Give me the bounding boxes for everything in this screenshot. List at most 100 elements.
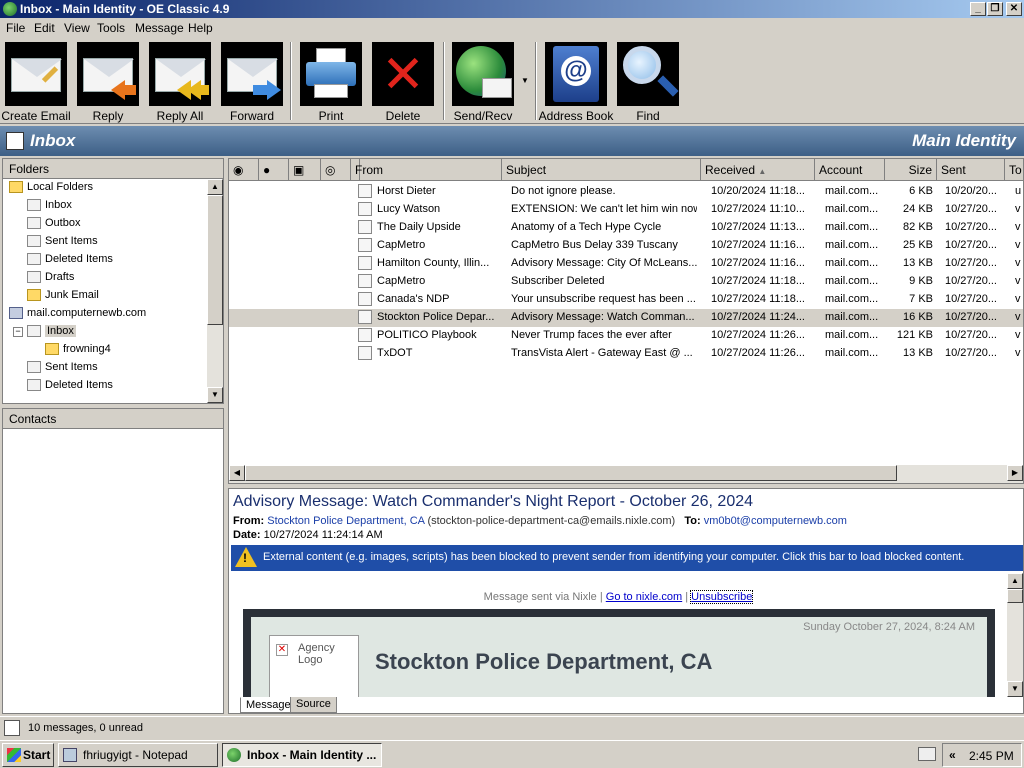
message-row[interactable]: The Daily Upside Anatomy of a Tech Hype C… bbox=[229, 219, 1023, 237]
message-row[interactable]: TxDOT TransVista Alert - Gateway East @ .… bbox=[229, 345, 1023, 363]
message-row[interactable]: CapMetro CapMetro Bus Delay 339 Tuscany 10… bbox=[229, 237, 1023, 255]
message-account: mail.com... bbox=[825, 275, 879, 287]
flag-column-icon[interactable]: ▣ bbox=[289, 159, 321, 181]
reply-button[interactable]: Reply bbox=[75, 42, 141, 123]
scroll-down-icon[interactable]: ▼ bbox=[1007, 681, 1023, 697]
tab-source[interactable]: Source bbox=[290, 697, 337, 713]
attachment-column-icon[interactable]: ● bbox=[259, 159, 289, 181]
folder-sent-items[interactable]: Sent Items bbox=[27, 235, 98, 251]
message-account: mail.com... bbox=[825, 239, 879, 251]
preview-scrollbar[interactable]: ▲ ▼ bbox=[1007, 573, 1023, 697]
folders-scrollbar[interactable]: ▲ ▼ bbox=[207, 179, 223, 403]
collapse-toggle[interactable]: − bbox=[13, 327, 23, 337]
blocked-content-text: External content (e.g. images, scripts) … bbox=[263, 551, 965, 563]
taskbar-inbox[interactable]: Inbox - Main Identity ... bbox=[222, 743, 382, 767]
account-mail-computernewb[interactable]: mail.computernewb.com bbox=[9, 307, 146, 323]
scroll-thumb[interactable] bbox=[207, 195, 223, 325]
goto-nixle-link[interactable]: Go to nixle.com bbox=[606, 591, 682, 603]
watch-column-icon[interactable]: ◎ bbox=[321, 159, 351, 181]
message-row[interactable]: POLITICO Playbook Never Trump faces the e… bbox=[229, 327, 1023, 345]
from-name[interactable]: Stockton Police Department, CA bbox=[267, 515, 424, 527]
message-subject: TransVista Alert - Gateway East @ ... bbox=[511, 347, 693, 359]
message-row[interactable]: Stockton Police Depar... Advisory Message… bbox=[229, 309, 1023, 327]
folder-junk-email[interactable]: Junk Email bbox=[27, 289, 99, 305]
column-sent[interactable]: Sent bbox=[937, 159, 1005, 181]
priority-column-icon[interactable]: ◉ bbox=[229, 159, 259, 181]
forward-label: Forward bbox=[229, 109, 274, 123]
scroll-down-icon[interactable]: ▼ bbox=[207, 387, 223, 403]
reply-all-label: Reply All bbox=[156, 109, 204, 123]
folder-frowning4[interactable]: frowning4 bbox=[45, 343, 111, 359]
scroll-up-icon[interactable]: ▲ bbox=[207, 179, 223, 195]
message-sent: 10/27/20... bbox=[945, 329, 997, 341]
folder-account-deleted-items[interactable]: Deleted Items bbox=[27, 379, 113, 395]
column-to[interactable]: To bbox=[1005, 159, 1023, 181]
send-recv-button[interactable]: Send/Recv bbox=[450, 42, 516, 123]
tray-expand-icon[interactable]: « bbox=[949, 748, 956, 762]
message-row[interactable]: CapMetro Subscriber Deleted 10/27/2024 11:… bbox=[229, 273, 1023, 291]
folder-deleted-items[interactable]: Deleted Items bbox=[27, 253, 113, 269]
address-book-button[interactable]: @ Address Book bbox=[539, 42, 613, 123]
nixle-links-line: Message sent via Nixle | Go to nixle.com… bbox=[229, 590, 1007, 604]
notepad-icon bbox=[63, 748, 77, 762]
from-label: From: bbox=[233, 515, 265, 527]
find-button[interactable]: Find bbox=[615, 42, 681, 123]
message-subject: Your unsubscribe request has been ... bbox=[511, 293, 696, 305]
blocked-content-bar[interactable]: ! External content (e.g. images, scripts… bbox=[231, 545, 1023, 571]
find-label: Find bbox=[636, 109, 660, 123]
message-row[interactable]: Hamilton County, Illin... Advisory Messag… bbox=[229, 255, 1023, 273]
message-from: Stockton Police Depar... bbox=[377, 311, 495, 323]
print-button[interactable]: Print bbox=[298, 42, 364, 123]
delete-button[interactable]: ✕ Delete bbox=[370, 42, 436, 123]
hscroll-thumb[interactable] bbox=[245, 465, 897, 481]
message-sent: 10/20/20... bbox=[945, 185, 997, 197]
scroll-thumb[interactable] bbox=[1007, 589, 1023, 603]
tab-message[interactable]: Message bbox=[240, 697, 297, 713]
menu-view[interactable]: View bbox=[64, 21, 90, 35]
folder-account-sent-items[interactable]: Sent Items bbox=[27, 361, 98, 377]
message-list-hscrollbar[interactable]: ◀ ▶ bbox=[229, 465, 1023, 483]
close-button[interactable]: ✕ bbox=[1006, 2, 1022, 16]
send-recv-dropdown-icon[interactable]: ▼ bbox=[521, 76, 529, 85]
minimize-button[interactable]: _ bbox=[970, 2, 986, 16]
unsubscribe-link[interactable]: Unsubscribe bbox=[690, 590, 754, 604]
message-to: v bbox=[1015, 347, 1021, 359]
message-list: ◉ ● ▣ ◎ From Subject Received ▲ Account … bbox=[228, 158, 1024, 484]
folder-local-folders[interactable]: Local Folders bbox=[9, 181, 93, 197]
scroll-up-icon[interactable]: ▲ bbox=[1007, 573, 1023, 589]
restore-button[interactable]: ❐ bbox=[987, 2, 1003, 16]
column-subject[interactable]: Subject bbox=[502, 159, 701, 181]
contacts-pane: Contacts bbox=[2, 408, 224, 714]
menu-bar: File Edit View Tools Message Help bbox=[0, 18, 1024, 38]
folder-account-inbox[interactable]: Inbox bbox=[27, 325, 76, 341]
menu-tools[interactable]: Tools bbox=[97, 21, 125, 35]
contacts-pane-title[interactable]: Contacts bbox=[3, 409, 223, 429]
scroll-left-icon[interactable]: ◀ bbox=[229, 465, 245, 481]
folder-local-inbox[interactable]: Inbox bbox=[27, 199, 72, 215]
start-button[interactable]: Start bbox=[2, 743, 54, 767]
column-received[interactable]: Received ▲ bbox=[701, 159, 815, 181]
message-size: 121 KB bbox=[896, 329, 933, 341]
scroll-right-icon[interactable]: ▶ bbox=[1007, 465, 1023, 481]
message-row[interactable]: Horst Dieter Do not ignore please. 10/20/2… bbox=[229, 183, 1023, 201]
folder-outbox[interactable]: Outbox bbox=[27, 217, 80, 233]
message-row[interactable]: Canada's NDP Your unsubscribe request has… bbox=[229, 291, 1023, 309]
message-size: 7 KB bbox=[909, 293, 933, 305]
taskbar-notepad[interactable]: fhriugyigt - Notepad bbox=[58, 743, 218, 767]
keyboard-tray-icon[interactable] bbox=[918, 747, 936, 761]
column-account[interactable]: Account bbox=[815, 159, 885, 181]
message-size: 9 KB bbox=[909, 275, 933, 287]
folder-drafts[interactable]: Drafts bbox=[27, 271, 74, 287]
menu-message[interactable]: Message bbox=[135, 21, 184, 35]
create-email-label: Create Email bbox=[1, 109, 71, 123]
column-from[interactable]: From bbox=[351, 159, 502, 181]
menu-help[interactable]: Help bbox=[188, 21, 213, 35]
forward-button[interactable]: Forward bbox=[219, 42, 285, 123]
message-row[interactable]: Lucy Watson EXTENSION: We can't let him w… bbox=[229, 201, 1023, 219]
reply-all-button[interactable]: Reply All bbox=[147, 42, 213, 123]
create-email-button[interactable]: Create Email bbox=[1, 42, 71, 123]
menu-file[interactable]: File bbox=[6, 21, 25, 35]
column-size[interactable]: Size bbox=[885, 159, 937, 181]
to-address[interactable]: vm0b0t@computernewb.com bbox=[704, 515, 847, 527]
menu-edit[interactable]: Edit bbox=[34, 21, 55, 35]
